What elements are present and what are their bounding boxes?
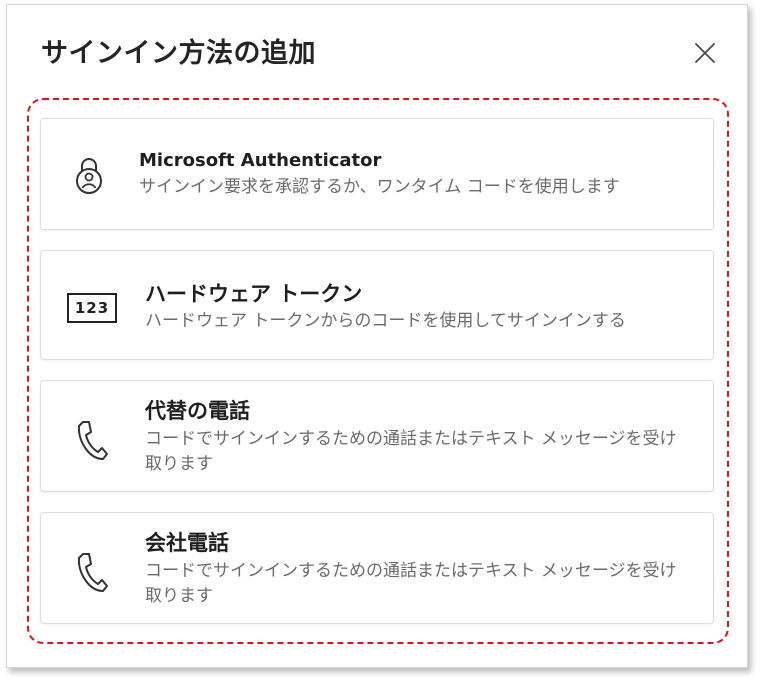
option-description: コードでサインインするための通話またはテキスト メッセージを受け取ります: [145, 561, 677, 606]
close-icon: [695, 43, 715, 63]
hardware-token-icon: 123: [67, 293, 117, 323]
option-hardware-token[interactable]: 123 ハードウェア トークン ハードウェア トークンからのコードを使用してサイ…: [40, 250, 714, 360]
option-title: ハードウェア トークン: [145, 282, 363, 306]
hardware-token-icon-label: 123: [74, 299, 110, 317]
option-alternate-phone[interactable]: 代替の電話 コードでサインインするための通話またはテキスト メッセージを受け取り…: [40, 380, 714, 492]
option-title: Microsoft Authenticator: [139, 150, 382, 171]
option-microsoft-authenticator[interactable]: Microsoft Authenticator サインイン要求を承認するか、ワン…: [40, 118, 714, 230]
option-description: ハードウェア トークンからのコードを使用してサインインする: [145, 311, 626, 331]
option-description: コードでサインインするための通話またはテキスト メッセージを受け取ります: [145, 429, 677, 474]
phone-icon: [75, 419, 109, 465]
dialog-title: サインイン方法の追加: [41, 38, 316, 69]
option-description: サインイン要求を承認するか、ワンタイム コードを使用します: [139, 177, 620, 197]
option-title: 会社電話: [145, 531, 229, 555]
option-title: 代替の電話: [145, 399, 250, 423]
authenticator-lock-icon: [71, 155, 107, 199]
close-button[interactable]: [693, 41, 717, 65]
option-company-phone[interactable]: 会社電話 コードでサインインするための通話またはテキスト メッセージを受け取りま…: [40, 512, 714, 624]
phone-icon: [75, 551, 109, 597]
